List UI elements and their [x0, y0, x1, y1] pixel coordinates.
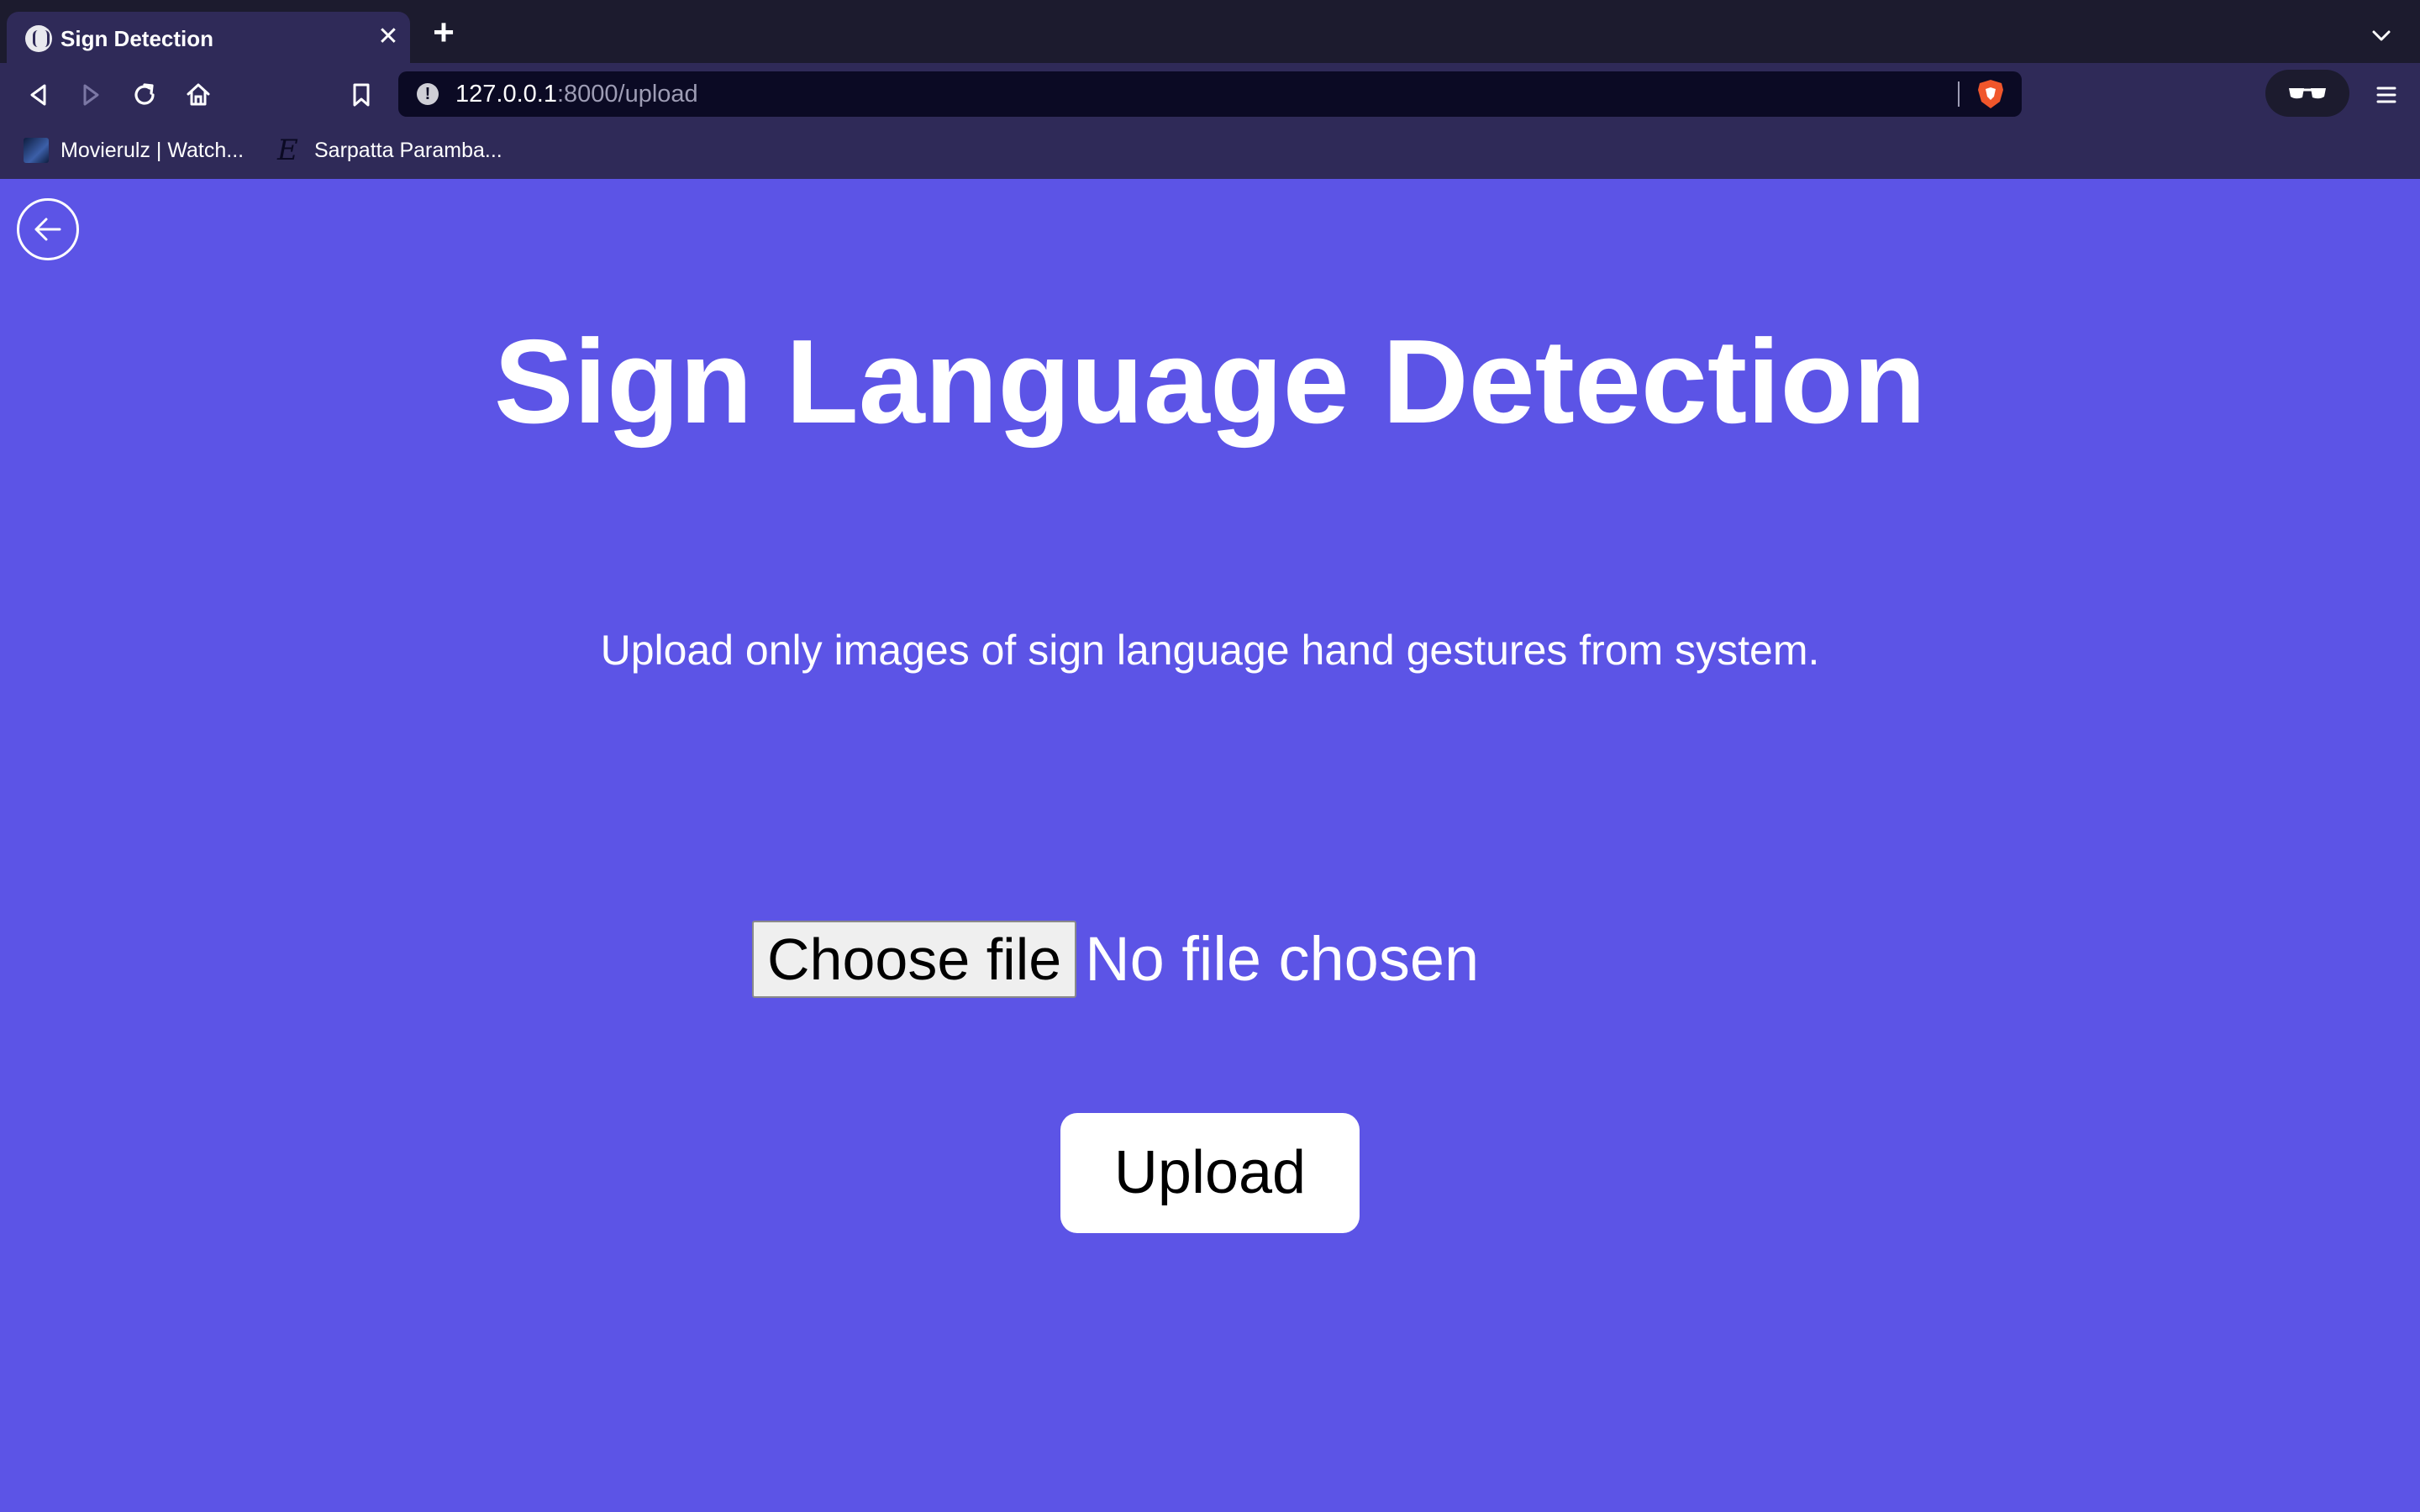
file-status-text: No file chosen: [1085, 924, 1480, 994]
address-text: 127.0.0.1:8000/upload: [455, 81, 698, 108]
choose-file-button[interactable]: Choose file: [752, 921, 1077, 998]
bookmark-icon[interactable]: [345, 78, 378, 112]
bookmark-sarpatta[interactable]: E Sarpatta Paramba...: [277, 135, 502, 165]
forward-icon[interactable]: [74, 78, 108, 112]
tab-strip: Sign Detection ✕ +: [0, 0, 2420, 63]
chevron-down-icon[interactable]: [2368, 22, 2395, 49]
back-icon[interactable]: [22, 78, 55, 112]
upload-button[interactable]: Upload: [1060, 1113, 1360, 1233]
sarpatta-favicon-icon: E: [277, 134, 298, 167]
address-bar[interactable]: ! 127.0.0.1:8000/upload: [398, 71, 2022, 117]
page-title: Sign Language Detection: [493, 315, 1927, 449]
site-info-icon[interactable]: !: [417, 83, 439, 105]
new-tab-button[interactable]: +: [429, 14, 459, 51]
home-icon[interactable]: [182, 78, 215, 112]
tab-sign-detection[interactable]: Sign Detection ✕: [7, 12, 410, 63]
bookmark-movierulz[interactable]: Movierulz | Watch...: [24, 135, 244, 165]
upload-instructions: Upload only images of sign language hand…: [600, 627, 1820, 674]
browser-chrome: Sign Detection ✕ + ! 127.0.0.1:8000/uplo…: [0, 0, 2420, 179]
bookmarks-bar: Movierulz | Watch... E Sarpatta Paramba.…: [0, 123, 2420, 179]
menu-icon[interactable]: [2370, 78, 2403, 112]
movierulz-favicon-icon: [24, 138, 49, 163]
bookmark-label: Movierulz | Watch...: [60, 139, 245, 162]
tab-title: Sign Detection: [60, 26, 214, 51]
back-arrow-circle-icon: [34, 218, 61, 241]
toolbar: ! 127.0.0.1:8000/upload: [0, 63, 2420, 123]
bookmark-label: Sarpatta Paramba...: [314, 139, 502, 162]
tab-close-icon[interactable]: ✕: [375, 24, 402, 50]
private-glasses-icon[interactable]: [2265, 70, 2349, 117]
brave-shield-icon[interactable]: [1976, 78, 2005, 110]
reload-icon[interactable]: [128, 78, 161, 112]
file-input[interactable]: Choose file No file chosen: [752, 920, 1479, 999]
back-button[interactable]: [17, 198, 79, 260]
site-favicon-icon: [25, 25, 52, 52]
address-separator: [1958, 81, 1960, 107]
